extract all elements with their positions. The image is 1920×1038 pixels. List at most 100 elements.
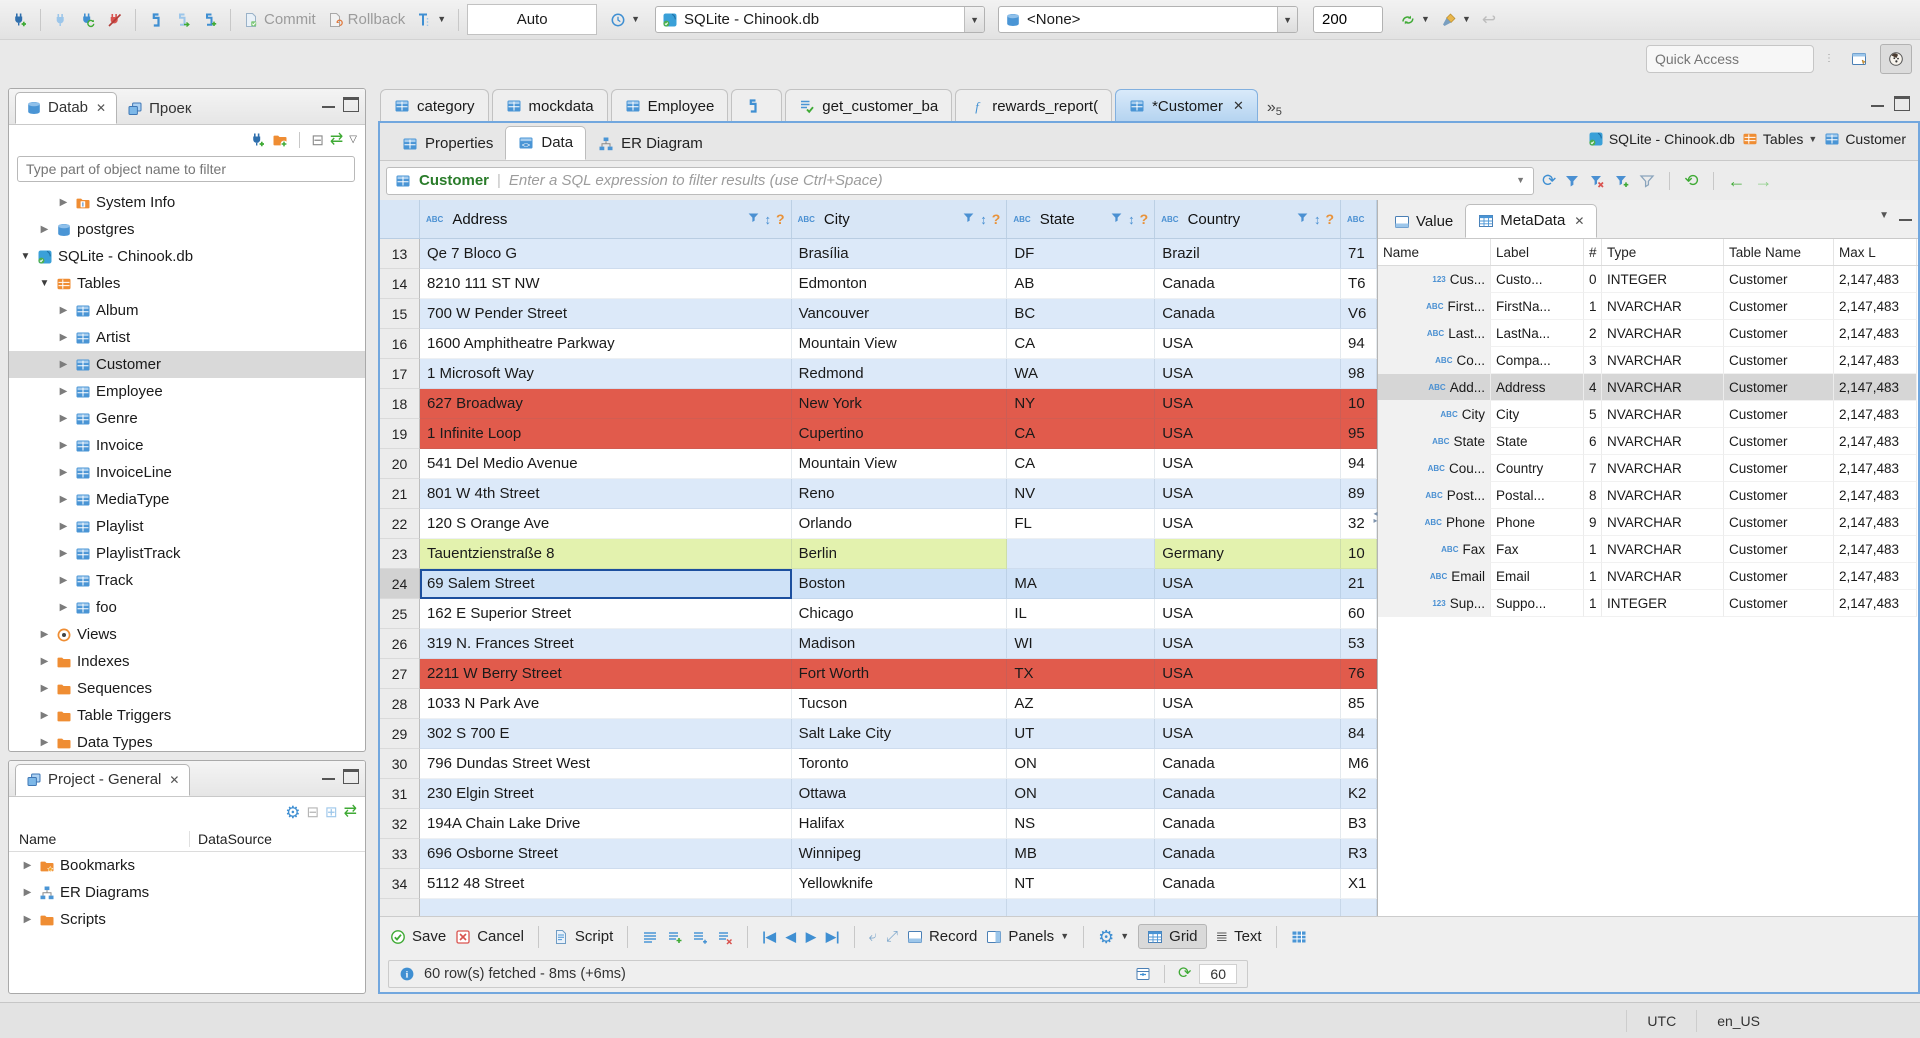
edit-value-button[interactable] bbox=[642, 929, 658, 945]
grid-cell[interactable]: Reno bbox=[791, 479, 1008, 509]
grid-cell[interactable]: 84 bbox=[1341, 719, 1377, 749]
expand-arrow-icon[interactable]: ▶ bbox=[57, 305, 70, 316]
grid-cell[interactable]: CA bbox=[1007, 419, 1156, 449]
grid-cell[interactable]: Vancouver bbox=[791, 299, 1008, 329]
cancel-button[interactable]: Cancel bbox=[455, 928, 524, 945]
metadata-row-custo-[interactable]: 123 Cus... Custo... 0 INTEGER Customer 2,147,4… bbox=[1378, 266, 1918, 293]
grid-cell[interactable]: 796 Dundas Street West bbox=[419, 749, 792, 779]
tree-item-mediatype[interactable]: ▶ MediaType bbox=[9, 486, 365, 513]
filter-save-icon[interactable] bbox=[1614, 173, 1630, 189]
gear-icon[interactable]: ⚙ bbox=[285, 804, 300, 821]
grid-cell[interactable]: Orlando bbox=[791, 509, 1008, 539]
grid-cell[interactable]: Mountain View bbox=[791, 449, 1008, 479]
expand-all-icon[interactable]: ⊞ bbox=[325, 805, 338, 820]
row-number[interactable] bbox=[380, 899, 420, 916]
close-icon[interactable]: ✕ bbox=[1233, 98, 1244, 114]
grid-cell[interactable]: 5112 48 Street bbox=[419, 869, 792, 899]
tree-item-track[interactable]: ▶ Track bbox=[9, 567, 365, 594]
grid-cell[interactable]: 98 bbox=[1341, 359, 1377, 389]
grid-cell[interactable]: UT bbox=[1007, 719, 1156, 749]
copy-row-button[interactable] bbox=[692, 929, 708, 945]
tab-database-navigator[interactable]: Datab ✕ bbox=[15, 92, 118, 124]
grid-cell[interactable]: 1033 N Park Ave bbox=[419, 689, 792, 719]
expand-arrow-icon[interactable]: ▶ bbox=[38, 737, 51, 748]
row-number[interactable]: 23 bbox=[380, 539, 420, 569]
grid-cell[interactable]: 71 bbox=[1341, 239, 1377, 269]
grid-cell[interactable]: 319 N. Frances Street bbox=[419, 629, 792, 659]
previous-row-button[interactable]: ◀ bbox=[786, 929, 796, 945]
panel-tab-value[interactable]: Value bbox=[1382, 206, 1465, 238]
grid-cell[interactable]: Fort Worth bbox=[791, 659, 1008, 689]
fetch-size-input[interactable] bbox=[1313, 6, 1384, 33]
grid-cell[interactable]: USA bbox=[1155, 719, 1342, 749]
expand-arrow-icon[interactable]: ▶ bbox=[38, 710, 51, 721]
row-number[interactable]: 22 bbox=[380, 509, 420, 539]
grid-cell[interactable]: 230 Elgin Street bbox=[419, 779, 792, 809]
row-number[interactable]: 17 bbox=[380, 359, 420, 389]
grid-cell[interactable]: Tauentzienstraße 8 bbox=[419, 539, 792, 569]
value-view-button[interactable] bbox=[1291, 929, 1307, 945]
grid-cell[interactable]: New York bbox=[791, 389, 1008, 419]
transaction-log-button[interactable]: ▼ bbox=[606, 10, 644, 30]
grid-cell[interactable]: 76 bbox=[1341, 659, 1377, 689]
grid-cell[interactable]: USA bbox=[1155, 659, 1342, 689]
connection-selector[interactable]: SQLite - Chinook.db ▼ bbox=[655, 6, 986, 33]
grid-cell[interactable]: 85 bbox=[1341, 689, 1377, 719]
grid-cell[interactable]: Canada bbox=[1155, 809, 1342, 839]
expand-arrow-icon[interactable]: ▶ bbox=[38, 656, 51, 667]
grid-cell[interactable]: X1 bbox=[1341, 869, 1377, 899]
expand-arrow-icon[interactable]: ▶ bbox=[21, 887, 34, 898]
grid-cell[interactable]: Cupertino bbox=[791, 419, 1008, 449]
grid-cell[interactable]: Toronto bbox=[791, 749, 1008, 779]
tree-item-employee[interactable]: ▶ Employee bbox=[9, 378, 365, 405]
auto-refresh-icon[interactable]: ⟲ bbox=[1684, 172, 1698, 189]
metadata-row-phone[interactable]: ABC Phone Phone 9 NVARCHAR Customer 2,147,483 bbox=[1378, 509, 1918, 536]
quick-access-input[interactable] bbox=[1646, 45, 1814, 73]
sort-icon[interactable]: ↕ bbox=[1314, 212, 1321, 227]
row-number[interactable]: 33 bbox=[380, 839, 420, 869]
filter-input[interactable]: Customer | Enter a SQL expression to fil… bbox=[386, 166, 1534, 195]
grid-cell[interactable]: USA bbox=[1155, 389, 1342, 419]
column-name[interactable]: Name bbox=[9, 831, 189, 847]
new-sql-editor-button[interactable] bbox=[198, 10, 222, 30]
expand-arrow-icon[interactable]: ▶ bbox=[57, 413, 70, 424]
grid-cell[interactable]: 21 bbox=[1341, 569, 1377, 599]
grid-cell[interactable]: 69 Salem Street bbox=[419, 569, 792, 599]
grid-cell[interactable]: 53 bbox=[1341, 629, 1377, 659]
grid-corner-cell[interactable] bbox=[380, 200, 420, 238]
close-icon[interactable]: ✕ bbox=[96, 101, 106, 115]
project-item-scripts[interactable]: ▶ Scripts bbox=[9, 906, 365, 933]
row-number[interactable]: 30 bbox=[380, 749, 420, 779]
grid-cell[interactable]: Madison bbox=[791, 629, 1008, 659]
minimize-icon[interactable] bbox=[1899, 216, 1912, 221]
expand-arrow-icon[interactable]: ▶ bbox=[57, 386, 70, 397]
record-mode-button[interactable]: Record bbox=[907, 928, 977, 945]
tree-item-sqlite-chinook-db[interactable]: ▼ SQLite - Chinook.db bbox=[9, 243, 365, 270]
expand-arrow-icon[interactable]: ▶ bbox=[38, 683, 51, 694]
tree-item-artist[interactable]: ▶ Artist bbox=[9, 324, 365, 351]
grid-cell[interactable] bbox=[1155, 899, 1342, 916]
subtab-data[interactable]: <> Data bbox=[505, 126, 587, 160]
row-number[interactable]: 34 bbox=[380, 869, 420, 899]
metadata-row-state[interactable]: ABC State State 6 NVARCHAR Customer 2,147,483 bbox=[1378, 428, 1918, 455]
filter-remove-icon[interactable] bbox=[1589, 173, 1605, 189]
script-button[interactable]: Script bbox=[553, 928, 613, 945]
meta-column-header-type[interactable]: Type bbox=[1602, 239, 1724, 265]
grid-cell[interactable]: CA bbox=[1007, 449, 1156, 479]
grid-cell[interactable]: Edmonton bbox=[791, 269, 1008, 299]
schema-selector[interactable]: <None> ▼ bbox=[998, 6, 1299, 33]
fetch-next-page-button[interactable]: ⤶ bbox=[869, 929, 877, 944]
tree-item-indexes[interactable]: ▶ Indexes bbox=[9, 648, 365, 675]
editor-tab-rewards-report-[interactable]: f rewards_report( bbox=[955, 89, 1113, 122]
calc-panel-icon[interactable] bbox=[1135, 966, 1151, 982]
grid-cell[interactable]: Brazil bbox=[1155, 239, 1342, 269]
filter-funnel-icon[interactable] bbox=[1110, 211, 1123, 228]
grid-cell[interactable]: Brasília bbox=[791, 239, 1008, 269]
grid-cell[interactable]: USA bbox=[1155, 509, 1342, 539]
tree-item-data-types[interactable]: ▶ Data Types bbox=[9, 729, 365, 751]
connect-button[interactable] bbox=[49, 10, 73, 30]
auto-commit-selector[interactable]: Auto bbox=[467, 4, 598, 35]
expand-arrow-icon[interactable]: ▶ bbox=[38, 224, 51, 235]
grid-cell[interactable]: K2 bbox=[1341, 779, 1377, 809]
next-row-button[interactable]: ▶ bbox=[806, 929, 816, 945]
